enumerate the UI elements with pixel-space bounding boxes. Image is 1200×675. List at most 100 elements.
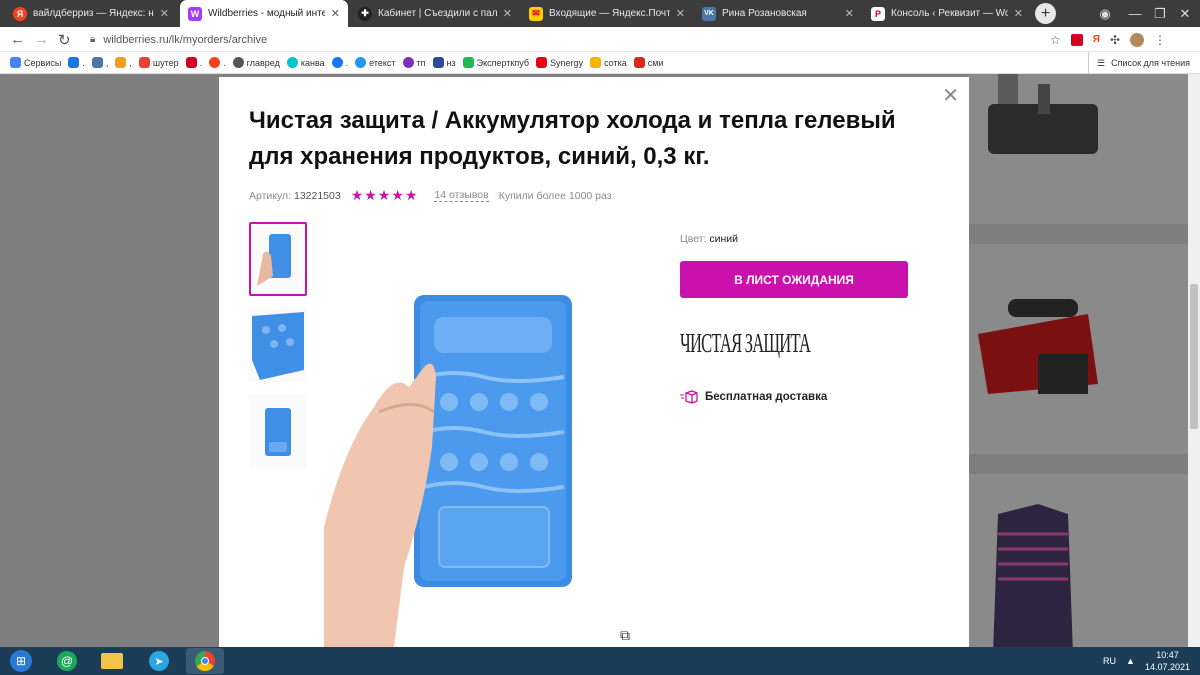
tray-expand-icon[interactable]: ▲ (1126, 656, 1135, 666)
bookmark-icon (432, 57, 444, 68)
profile-menu-icon[interactable]: ◉ (1090, 0, 1120, 27)
page-scrollbar[interactable] (1188, 74, 1200, 647)
kids-suit-image (993, 504, 1073, 647)
bookmark[interactable]: сми (633, 57, 663, 68)
p-icon: P (871, 6, 885, 21)
article: Артикул: 13221503 (249, 189, 341, 202)
background-product-card (968, 74, 1188, 224)
bookmarks-bar: Сервисы . , , шутер . . главред канва . … (0, 52, 1200, 74)
forward-icon[interactable]: → (34, 31, 49, 48)
bookmark[interactable]: , (115, 57, 132, 68)
tab-title: Рина Розановская (722, 8, 807, 19)
close-tab-icon[interactable]: ✕ (503, 7, 512, 20)
star-icon[interactable]: ☆ (1050, 33, 1061, 47)
back-icon[interactable]: ← (10, 31, 25, 48)
vk-icon: VK (702, 6, 716, 21)
tab-title: вайлдберриз — Яндекс: наш (33, 8, 154, 19)
windows-logo-icon: ⊞ (10, 650, 32, 672)
reviews-link[interactable]: 14 отзывов (434, 189, 489, 202)
bookmark[interactable]: Эксперткпуб (462, 57, 529, 68)
bookmark[interactable]: главред (232, 57, 280, 68)
language-indicator[interactable]: RU (1103, 656, 1116, 666)
product-main-image[interactable] (324, 277, 589, 647)
clock[interactable]: 10:47 14.07.2021 (1145, 649, 1190, 673)
product-thumbnail (252, 312, 304, 380)
bookmark-icon (355, 57, 367, 68)
pdf-extension-icon[interactable] (1070, 33, 1083, 46)
canva-icon (286, 57, 298, 68)
bookmark[interactable]: . (331, 57, 348, 68)
tab-title: Wildberries - модный интерне (208, 8, 325, 19)
reading-list-icon: ☰ (1097, 57, 1106, 68)
bookmark[interactable]: шутер (138, 57, 179, 68)
address-bar-row: ← → ↻ 🔒︎ wildberries.ru/lk/myorders/arch… (0, 27, 1200, 52)
browser-tab[interactable]: P Консоль ‹ Реквизит — WordP ✕ (863, 0, 1031, 27)
reading-list[interactable]: ☰ Список для чтения (1088, 52, 1190, 74)
thumbnail-1[interactable] (249, 222, 307, 296)
browser-tab[interactable]: ✚ Кабинет | Съездили с палатка ✕ (350, 0, 520, 27)
brand-logo[interactable]: ЧИСТАЯ ЗАЩИТА (680, 327, 811, 360)
file-explorer-icon[interactable] (93, 648, 131, 674)
browser-tab-active[interactable]: W Wildberries - модный интерне ✕ (180, 0, 348, 27)
bought-count: Купили более 1000 раз (498, 189, 612, 202)
copy-icon[interactable]: ⧉ (620, 627, 630, 644)
mail-icon: ✉ (529, 6, 543, 21)
bookmark[interactable]: сотка (590, 57, 627, 68)
close-window-button[interactable]: ✕ (1170, 0, 1200, 27)
browser-tab[interactable]: ✉ Входящие — Яндекс.Почта ✕ (521, 0, 693, 27)
bookmark[interactable]: Synergy (536, 57, 583, 68)
url-input[interactable]: 🔒︎ wildberries.ru/lk/myorders/archive (80, 30, 1070, 49)
bookmark[interactable]: . (209, 57, 226, 68)
product-title: Чистая защита / Аккумулятор холода и теп… (249, 107, 896, 170)
yandex-extension-icon[interactable]: Я (1093, 34, 1100, 45)
bookmark-icon (138, 57, 150, 68)
system-tray: RU ▲ 10:47 14.07.2021 (1103, 647, 1190, 675)
bookmark[interactable]: нз (432, 57, 456, 68)
bookmark-services[interactable]: Сервисы (10, 57, 61, 68)
product-meta: Артикул: 13221503 ★★★★★ 14 отзывов Купил… (249, 187, 612, 204)
add-to-waitlist-button[interactable]: В ЛИСТ ОЖИДАНИЯ (680, 261, 908, 298)
reload-icon[interactable]: ↻ (58, 31, 71, 49)
telegram-icon[interactable]: ➤ (140, 648, 178, 674)
browser-tab-bar: Я вайлдберриз — Яндекс: наш ✕ W Wildberr… (0, 0, 1200, 27)
avatar[interactable] (1130, 32, 1145, 47)
close-tab-icon[interactable]: ✕ (331, 7, 340, 20)
close-tab-icon[interactable]: ✕ (160, 7, 169, 20)
browser-tab[interactable]: Я вайлдберриз — Яндекс: наш ✕ (5, 0, 177, 27)
bookmark[interactable]: . (185, 57, 202, 68)
bookmark[interactable]: тп (402, 57, 426, 68)
tab-title: Входящие — Яндекс.Почта (549, 8, 670, 19)
play-icon (462, 57, 474, 68)
snow-shovel-image (978, 299, 1098, 394)
bookmark[interactable]: , (91, 57, 108, 68)
close-tab-icon[interactable]: ✕ (1014, 7, 1023, 20)
bookmark[interactable]: . (68, 57, 85, 68)
globe-icon (232, 57, 244, 68)
puzzle-icon[interactable]: ✣ (1110, 33, 1120, 47)
background-product-card (968, 474, 1188, 647)
thumbnail-3[interactable] (249, 394, 307, 468)
close-tab-icon[interactable]: ✕ (676, 7, 685, 20)
new-tab-button[interactable]: + (1035, 3, 1056, 24)
mail-ru-icon (68, 57, 80, 68)
browser-tab[interactable]: VK Рина Розановская ✕ (694, 0, 862, 27)
thumbnail-list (249, 222, 307, 480)
start-button[interactable]: ⊞ (2, 648, 40, 674)
scrollbar-thumb[interactable] (1190, 284, 1198, 429)
close-tab-icon[interactable]: ✕ (845, 7, 854, 20)
delivery-box-icon (680, 390, 698, 404)
close-icon[interactable]: ✕ (942, 83, 959, 108)
apps-grid-icon (10, 57, 21, 68)
bookmark-icon (590, 57, 602, 68)
bookmark-icon (402, 57, 414, 68)
more-menu-icon[interactable]: ⋮ (1154, 33, 1166, 47)
bookmark[interactable]: канва (286, 57, 325, 68)
plus-circle-icon: ✚ (358, 6, 372, 21)
thumbnail-2[interactable] (249, 308, 307, 382)
bookmark-icon (536, 57, 548, 68)
background-product-card (968, 244, 1188, 454)
mail-app-icon[interactable]: @ (48, 648, 86, 674)
chrome-icon[interactable] (186, 648, 224, 674)
windows-taskbar: ⊞ @ ➤ RU ▲ 10:47 14.07.2021 (0, 647, 1200, 675)
bookmark[interactable]: етекст (355, 57, 396, 68)
